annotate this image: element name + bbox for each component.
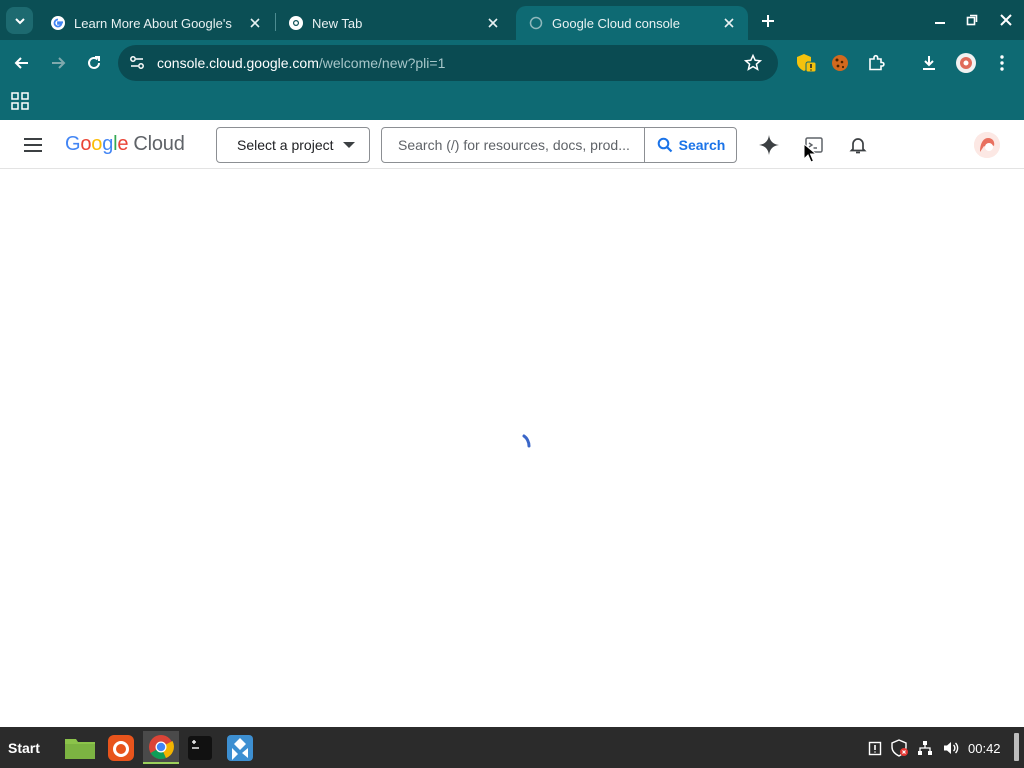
close-icon[interactable] bbox=[244, 12, 266, 34]
file-manager-icon bbox=[65, 738, 95, 759]
notifications-button[interactable] bbox=[846, 133, 870, 157]
search-button[interactable]: Search bbox=[644, 128, 737, 162]
notifications-icon bbox=[849, 138, 867, 154]
extension-shield-icon[interactable] bbox=[795, 52, 817, 74]
taskbar-terminal[interactable] bbox=[182, 731, 218, 764]
chevron-down-icon bbox=[14, 17, 25, 24]
select-project-button[interactable]: Select a project bbox=[216, 127, 370, 163]
back-button[interactable] bbox=[10, 51, 34, 75]
app-icon bbox=[227, 734, 253, 761]
extensions-puzzle-icon[interactable] bbox=[865, 52, 887, 74]
arrow-left-icon bbox=[14, 57, 28, 69]
caret-down-icon bbox=[343, 142, 355, 148]
tray-shield-icon[interactable] bbox=[891, 739, 909, 757]
firefox-icon bbox=[108, 734, 134, 761]
arrow-right-icon bbox=[52, 57, 66, 69]
loading-icon bbox=[529, 16, 543, 30]
reload-button[interactable] bbox=[82, 51, 106, 75]
taskbar-chrome[interactable] bbox=[143, 731, 179, 764]
close-icon[interactable] bbox=[482, 12, 504, 34]
browser-toolbar: console.cloud.google.com/welcome/new?pli… bbox=[0, 40, 1024, 86]
console-search: Search bbox=[381, 127, 737, 163]
console-header: Google Cloud Select a project Search bbox=[0, 120, 1024, 169]
url-text[interactable]: console.cloud.google.com/welcome/new?pli… bbox=[157, 55, 445, 71]
address-bar[interactable]: console.cloud.google.com/welcome/new?pli… bbox=[118, 45, 778, 81]
tab-title: New Tab bbox=[312, 15, 363, 31]
close-icon[interactable] bbox=[718, 12, 740, 34]
logo-google-text: Google bbox=[65, 133, 129, 155]
site-settings-icon[interactable] bbox=[128, 54, 146, 72]
taskbar-app[interactable] bbox=[222, 731, 258, 764]
download-icon[interactable] bbox=[918, 52, 940, 74]
tab-title: Learn More About Google's bbox=[74, 15, 232, 31]
search-icon bbox=[657, 137, 672, 153]
console-content-area bbox=[0, 170, 1024, 727]
bookmarks-bar bbox=[0, 86, 1024, 120]
hamburger-menu-icon[interactable] bbox=[22, 134, 44, 156]
tray-volume-icon[interactable] bbox=[942, 739, 960, 757]
apps-grid-icon[interactable] bbox=[11, 92, 29, 110]
profile-avatar-icon[interactable] bbox=[955, 52, 977, 74]
close-window-button[interactable] bbox=[996, 10, 1016, 30]
terminal-icon bbox=[188, 735, 212, 760]
google-cloud-logo[interactable]: Google Cloud bbox=[65, 133, 185, 156]
tab-google-cloud-console[interactable]: Google Cloud console bbox=[516, 6, 748, 40]
avatar-image bbox=[974, 132, 1000, 158]
plus-icon bbox=[762, 15, 774, 27]
url-host: console.cloud.google.com bbox=[157, 55, 319, 71]
reload-icon bbox=[88, 56, 100, 69]
forward-button[interactable] bbox=[46, 51, 70, 75]
os-taskbar: Start 00:42 bbox=[0, 727, 1024, 768]
search-button-label: Search bbox=[678, 137, 726, 153]
gemini-icon bbox=[759, 135, 779, 155]
search-input[interactable] bbox=[382, 128, 644, 162]
chrome-icon bbox=[289, 16, 303, 30]
bookmark-star-icon[interactable] bbox=[743, 53, 763, 73]
browser-menu-icon[interactable] bbox=[991, 52, 1013, 74]
mouse-cursor-icon bbox=[803, 143, 817, 163]
restore-icon bbox=[966, 14, 978, 26]
close-icon bbox=[1000, 14, 1012, 26]
taskbar-file-manager[interactable] bbox=[62, 731, 98, 764]
tab-new-tab[interactable]: New Tab bbox=[276, 6, 512, 40]
minimize-button[interactable] bbox=[930, 10, 950, 30]
logo-cloud-text: Cloud bbox=[133, 133, 185, 155]
restore-button[interactable] bbox=[962, 10, 982, 30]
minimize-icon bbox=[935, 22, 945, 24]
tab-search-button[interactable] bbox=[6, 7, 33, 34]
taskbar-clock[interactable]: 00:42 bbox=[968, 741, 1001, 756]
tray-network-icon[interactable] bbox=[916, 739, 934, 757]
select-project-label: Select a project bbox=[237, 137, 334, 153]
gemini-button[interactable] bbox=[757, 133, 781, 157]
tab-learn-more[interactable]: Learn More About Google's bbox=[38, 6, 274, 40]
show-desktop-button[interactable] bbox=[1014, 733, 1019, 761]
new-tab-button[interactable] bbox=[756, 9, 780, 33]
cookie-extension-icon[interactable] bbox=[829, 52, 851, 74]
loading-spinner-icon bbox=[522, 434, 531, 448]
tray-clipboard-icon[interactable] bbox=[866, 739, 884, 757]
tab-title: Google Cloud console bbox=[552, 15, 680, 31]
account-avatar[interactable] bbox=[974, 132, 1000, 158]
google-g-icon bbox=[51, 16, 65, 30]
chrome-icon bbox=[149, 734, 174, 759]
browser-tab-strip: Learn More About Google's New Tab Google… bbox=[0, 0, 1024, 40]
url-path: /welcome/new?pli=1 bbox=[318, 55, 446, 71]
taskbar-firefox[interactable] bbox=[103, 731, 139, 764]
start-button[interactable]: Start bbox=[8, 740, 40, 756]
